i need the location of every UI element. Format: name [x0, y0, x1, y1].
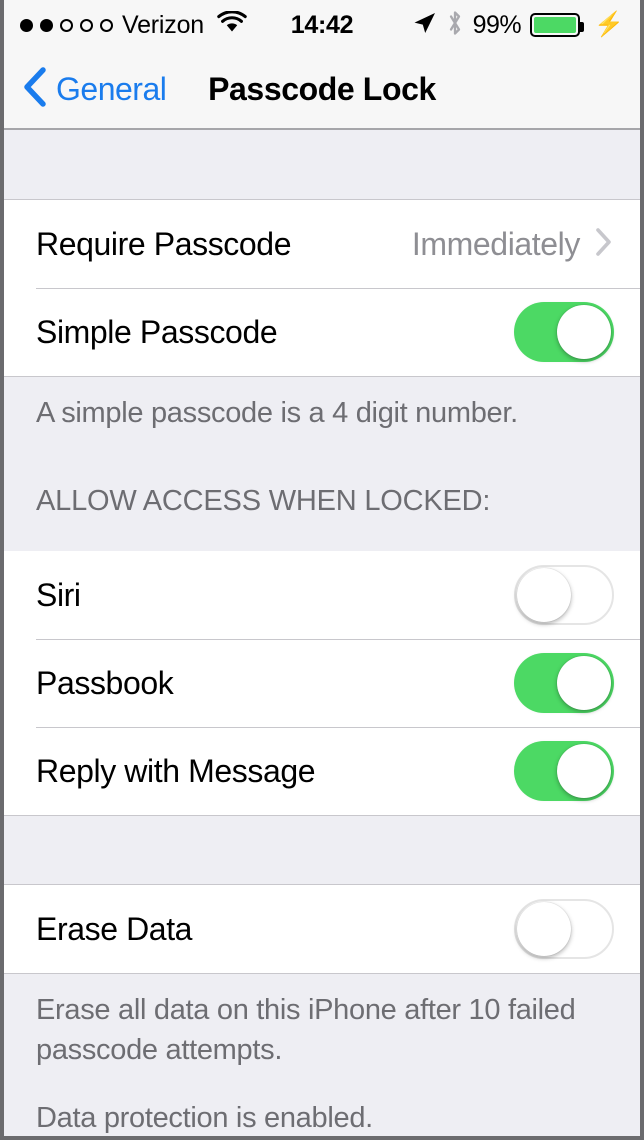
back-button-label: General	[56, 70, 167, 107]
data-protection-status: Data protection is enabled.	[36, 1102, 373, 1134]
row-accessory-area	[514, 653, 614, 713]
require-passcode-value: Immediately	[411, 225, 581, 262]
simple-passcode-footer: A simple passcode is a 4 digit number.	[36, 397, 518, 429]
toggle-knob	[557, 305, 611, 359]
row-siri[interactable]: Siri	[4, 551, 640, 639]
chevron-right-icon	[594, 226, 614, 263]
section-spacer	[4, 815, 640, 885]
row-simple-passcode[interactable]: Simple Passcode	[4, 288, 640, 376]
location-arrow-icon	[411, 10, 437, 41]
erase-data-footer: Erase all data on this iPhone after 10 f…	[4, 973, 640, 1136]
row-label: Simple Passcode	[36, 313, 278, 350]
passcode-footer-and-section-header: A simple passcode is a 4 digit number. A…	[4, 376, 640, 551]
row-passbook[interactable]: Passbook	[4, 639, 640, 727]
battery-percentage: 99%	[472, 10, 522, 39]
allow-access-group: Siri Passbook Reply with Message	[4, 551, 640, 815]
row-erase-data[interactable]: Erase Data	[4, 885, 640, 973]
row-accessory-area	[514, 565, 614, 625]
battery-fill	[534, 17, 577, 33]
top-spacer	[4, 130, 640, 200]
erase-data-group: Erase Data	[4, 885, 640, 973]
erase-data-footer-line2: passcode attempts.	[36, 1034, 283, 1066]
status-bar-right: 99% ⚡	[411, 9, 624, 42]
toggle-knob	[557, 744, 611, 798]
status-bar: Verizon 14:42 99% ⚡	[4, 0, 640, 50]
row-label: Passbook	[36, 664, 174, 701]
row-accessory-area	[514, 302, 614, 362]
back-button[interactable]: General	[4, 66, 167, 113]
toggle-knob	[557, 656, 611, 710]
row-label: Erase Data	[36, 910, 193, 947]
passbook-toggle[interactable]	[514, 653, 614, 713]
passcode-settings-group: Require Passcode Immediately Simple Pass…	[4, 200, 640, 376]
row-accessory-area: Immediately	[412, 226, 614, 263]
erase-data-toggle[interactable]	[514, 899, 614, 959]
row-accessory-area	[514, 741, 614, 801]
row-reply-with-message[interactable]: Reply with Message	[4, 727, 640, 815]
row-require-passcode[interactable]: Require Passcode Immediately	[4, 200, 640, 288]
bluetooth-icon	[446, 9, 464, 42]
row-accessory-area	[514, 899, 614, 959]
row-label: Require Passcode	[36, 225, 292, 262]
reply-with-message-toggle[interactable]	[514, 741, 614, 801]
row-label: Reply with Message	[36, 752, 316, 789]
siri-toggle[interactable]	[514, 565, 614, 625]
row-label: Siri	[36, 576, 81, 613]
chevron-left-icon	[22, 66, 48, 113]
navigation-bar: General Passcode Lock	[4, 50, 640, 130]
battery-icon	[530, 13, 585, 37]
erase-data-footer-line1: Erase all data on this iPhone after 10 f…	[36, 994, 576, 1026]
iphone-screen: Verizon 14:42 99% ⚡ General Passcode Loc…	[0, 0, 644, 1140]
simple-passcode-toggle[interactable]	[514, 302, 614, 362]
lightning-bolt-icon: ⚡	[594, 11, 624, 38]
toggle-knob	[517, 568, 571, 622]
allow-access-section-header: ALLOW ACCESS WHEN LOCKED:	[36, 485, 491, 517]
toggle-knob	[517, 902, 571, 956]
